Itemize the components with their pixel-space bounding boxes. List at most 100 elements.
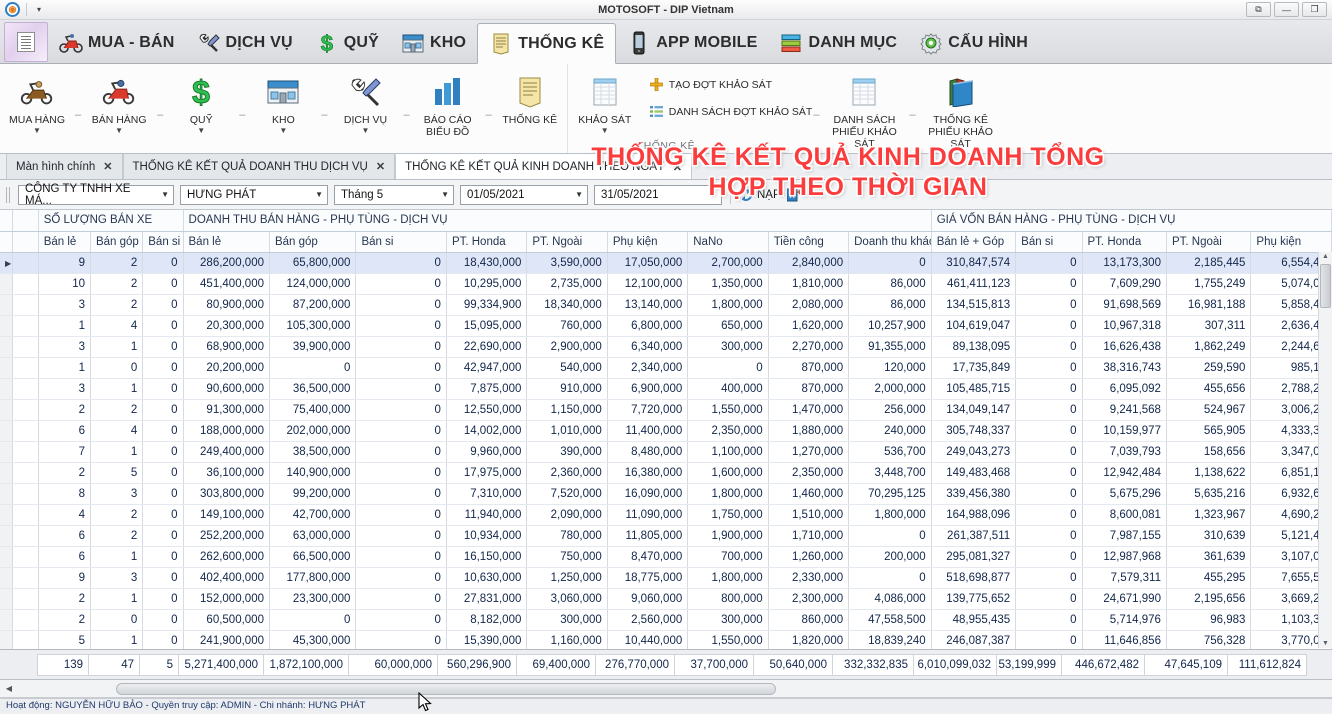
row-selector-cell[interactable] <box>0 273 13 295</box>
table-cell[interactable]: 7,579,311 <box>1082 567 1167 589</box>
table-cell[interactable]: 295,081,327 <box>931 546 1017 568</box>
table-cell[interactable]: 310,847,574 <box>931 252 1017 274</box>
table-cell[interactable]: 2,185,445 <box>1166 252 1252 274</box>
table-cell[interactable]: 2 <box>90 399 144 421</box>
table-cell[interactable]: 2,840,000 <box>768 252 850 274</box>
table-cell[interactable]: 5,675,296 <box>1082 483 1167 505</box>
table-cell[interactable]: 2 <box>38 609 91 631</box>
table-cell[interactable]: 99,334,900 <box>446 294 528 316</box>
row-selector-cell[interactable] <box>0 462 13 484</box>
table-cell[interactable]: 87,200,000 <box>269 294 357 316</box>
table-cell[interactable]: 1,800,000 <box>687 567 769 589</box>
table-cell[interactable]: 90,600,000 <box>183 378 270 400</box>
table-cell[interactable]: 10,440,000 <box>607 630 689 652</box>
row-selector-cell[interactable] <box>0 525 13 547</box>
to-date-input[interactable]: 31/05/2021 ▼ <box>594 184 722 205</box>
table-cell[interactable]: 140,900,000 <box>269 462 357 484</box>
table-cell[interactable]: 12,100,000 <box>607 273 689 295</box>
application-menu-button[interactable] <box>4 22 48 62</box>
ribbon-button-dich-vu[interactable]: DỊCH VỤ ▼ <box>329 68 403 135</box>
row-blank-cell[interactable] <box>12 357 39 379</box>
table-cell[interactable]: 15,390,000 <box>446 630 528 652</box>
table-cell[interactable]: 0 <box>142 567 184 589</box>
table-cell[interactable]: 262,600,000 <box>183 546 270 568</box>
row-selector-cell[interactable] <box>0 483 13 505</box>
row-selector-cell[interactable] <box>0 504 13 526</box>
table-cell[interactable]: 1,755,249 <box>1166 273 1252 295</box>
table-cell[interactable]: 0 <box>848 252 932 274</box>
table-row[interactable]: 10 2 0 451,400,000 124,000,000 0 10,295,000 2,7… <box>0 273 1332 295</box>
table-cell[interactable]: 11,940,000 <box>446 504 528 526</box>
chevron-down-icon[interactable]: ▼ <box>362 126 370 135</box>
ribbon-button-bao-cao-bieu-do[interactable]: BÁO CÁO BIỂU ĐỒ <box>411 68 485 138</box>
table-cell[interactable]: 152,000,000 <box>183 588 270 610</box>
table-cell[interactable]: 5 <box>38 630 91 652</box>
table-cell[interactable]: 86,000 <box>848 294 932 316</box>
table-cell[interactable]: 4,086,000 <box>848 588 932 610</box>
table-cell[interactable]: 455,295 <box>1166 567 1252 589</box>
table-cell[interactable]: 10,159,977 <box>1082 420 1167 442</box>
table-cell[interactable]: 1,100,000 <box>687 441 769 463</box>
table-cell[interactable]: 0 <box>142 483 184 505</box>
table-cell[interactable]: 10,934,000 <box>446 525 528 547</box>
table-cell[interactable]: 0 <box>355 252 447 274</box>
table-cell[interactable]: 2 <box>90 294 144 316</box>
table-cell[interactable]: 7,039,793 <box>1082 441 1167 463</box>
table-cell[interactable]: 6,900,000 <box>607 378 689 400</box>
table-cell[interactable]: 5 <box>90 462 144 484</box>
row-selector-cell[interactable] <box>0 357 13 379</box>
row-selector-cell[interactable] <box>0 588 13 610</box>
table-cell[interactable]: 6 <box>38 546 91 568</box>
ribbon-button-ban-hang[interactable]: BÁN HÀNG ▼ <box>82 68 156 135</box>
table-cell[interactable]: 38,500,000 <box>269 441 357 463</box>
table-cell[interactable]: 0 <box>355 567 447 589</box>
table-cell[interactable]: 1 <box>90 378 144 400</box>
table-cell[interactable]: 0 <box>1015 294 1083 316</box>
scrollbar-track[interactable] <box>16 682 1330 695</box>
table-cell[interactable]: 1,710,000 <box>768 525 850 547</box>
table-row[interactable]: 3 1 0 68,900,000 39,900,000 0 22,690,000 2,900,… <box>0 336 1332 358</box>
table-cell[interactable]: 2,300,000 <box>768 588 850 610</box>
table-cell[interactable]: 0 <box>142 357 184 379</box>
table-cell[interactable]: 16,150,000 <box>446 546 528 568</box>
chevron-down-icon[interactable]: ▼ <box>161 190 169 199</box>
from-date-input[interactable]: 01/05/2021 ▼ <box>460 184 588 205</box>
table-cell[interactable]: 518,698,877 <box>931 567 1017 589</box>
table-cell[interactable]: 2,360,000 <box>526 462 608 484</box>
table-row[interactable]: 2 5 0 36,100,000 140,900,000 0 17,975,000 2,360… <box>0 462 1332 484</box>
table-cell[interactable]: 39,900,000 <box>269 336 357 358</box>
table-cell[interactable]: 1,350,000 <box>687 273 769 295</box>
table-cell[interactable]: 1,010,000 <box>526 420 608 442</box>
table-cell[interactable]: 0 <box>1015 420 1083 442</box>
column-header-qty-ban-si[interactable]: Bán si <box>142 231 184 253</box>
table-cell[interactable]: 0 <box>1015 273 1083 295</box>
table-cell[interactable]: 104,619,047 <box>931 315 1017 337</box>
ribbon-tab-cau-hinh[interactable]: CẤU HÌNH <box>908 23 1039 63</box>
column-header-qty-ban-le[interactable]: Bán lẻ <box>38 231 91 253</box>
table-cell[interactable]: 2,195,656 <box>1166 588 1252 610</box>
table-cell[interactable]: 1,270,000 <box>768 441 850 463</box>
table-cell[interactable]: 12,942,484 <box>1082 462 1167 484</box>
column-header-cost-pt-ngoai[interactable]: PT. Ngoài <box>1166 231 1252 253</box>
column-header-rev-doanh-thu-khac[interactable]: Doanh thu khác <box>848 231 932 253</box>
row-blank-cell[interactable] <box>12 483 39 505</box>
ribbon-action-danh-sach-dot-khao-sat[interactable]: DANH SÁCH ĐỢT KHẢO SÁT <box>649 105 812 118</box>
table-cell[interactable]: 2 <box>90 252 144 274</box>
ribbon-tab-mua-ban[interactable]: MUA - BÁN <box>48 23 186 63</box>
table-cell[interactable]: 105,300,000 <box>269 315 357 337</box>
table-cell[interactable]: 8,182,000 <box>446 609 528 631</box>
table-cell[interactable]: 241,900,000 <box>183 630 270 652</box>
table-cell[interactable]: 2 <box>90 504 144 526</box>
table-cell[interactable]: 461,411,123 <box>931 273 1017 295</box>
table-cell[interactable]: 6 <box>38 525 91 547</box>
table-cell[interactable]: 20,200,000 <box>183 357 270 379</box>
table-cell[interactable]: 0 <box>1015 630 1083 652</box>
table-row[interactable]: 1 4 0 20,300,000 105,300,000 0 15,095,000 760,0… <box>0 315 1332 337</box>
table-cell[interactable]: 300,000 <box>687 609 769 631</box>
chevron-down-icon[interactable]: ▼ <box>575 190 583 199</box>
table-cell[interactable]: 16,981,188 <box>1166 294 1252 316</box>
table-row[interactable]: 3 1 0 90,600,000 36,500,000 0 7,875,000 910,000… <box>0 378 1332 400</box>
table-cell[interactable]: 1 <box>38 315 91 337</box>
row-selector-cell[interactable] <box>0 630 13 652</box>
restore-small-button[interactable]: ⧉ <box>1246 2 1271 17</box>
